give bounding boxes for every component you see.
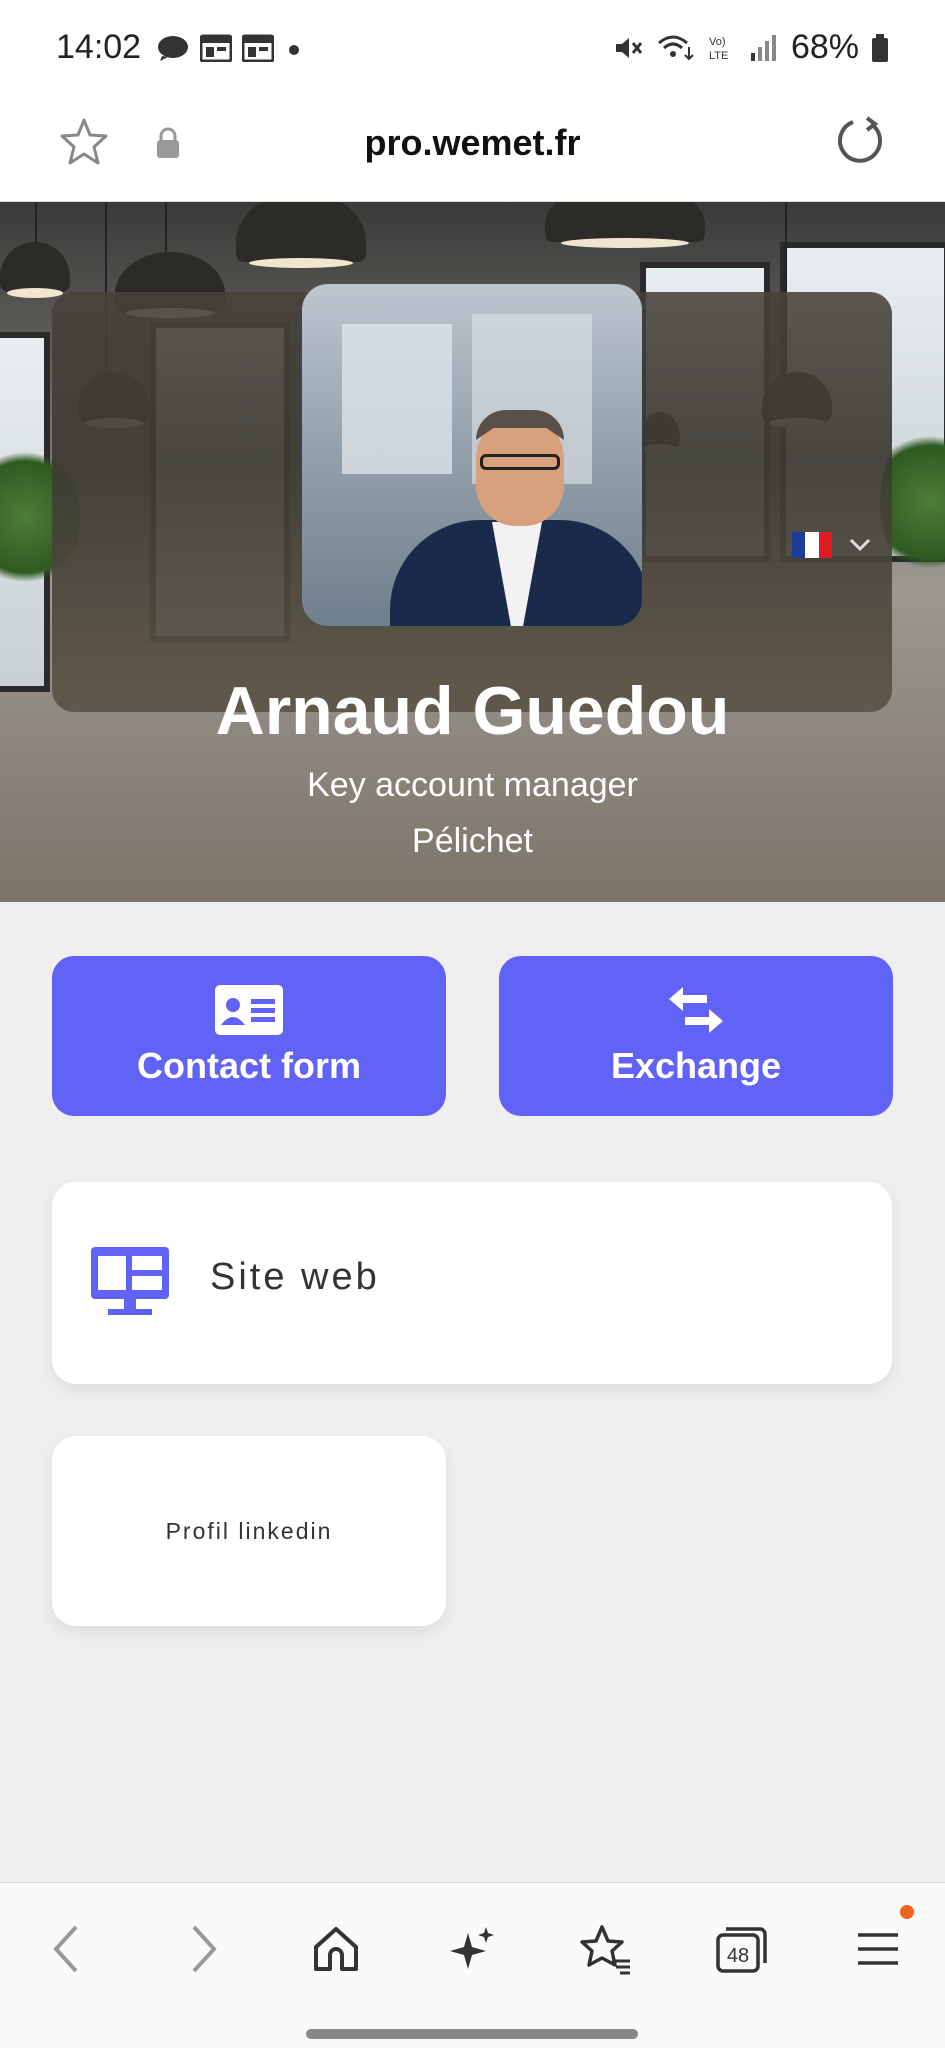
chevron-right-icon xyxy=(192,1925,217,1973)
home-indicator[interactable] xyxy=(306,2029,638,2039)
home-button[interactable] xyxy=(306,1919,366,1979)
menu-button[interactable] xyxy=(848,1919,908,1979)
status-bar: 14:02 Vo) LTE 68% xyxy=(0,0,945,100)
linkedin-label: Profil linkedin xyxy=(165,1517,333,1544)
sparkles-icon xyxy=(450,1927,494,1969)
battery-percent: 68% xyxy=(790,28,859,66)
bookmarks-button[interactable] xyxy=(576,1919,636,1979)
site-web-label: Site web xyxy=(210,1256,380,1298)
status-time: 14:02 xyxy=(56,28,142,66)
url-text[interactable]: pro.wemet.fr xyxy=(0,122,945,164)
exchange-arrows-icon xyxy=(669,987,723,1033)
volte-icon: Vo) LTE xyxy=(709,36,728,62)
back-button[interactable] xyxy=(36,1919,96,1979)
contact-form-button[interactable]: Contact form xyxy=(52,956,446,1116)
tabs-count: 48 xyxy=(727,1945,749,1967)
exchange-button[interactable]: Exchange xyxy=(499,956,893,1116)
address-bar: pro.wemet.fr xyxy=(0,100,945,202)
wifi-icon xyxy=(657,35,694,60)
tabs-button[interactable]: 48 xyxy=(712,1919,772,1979)
forward-button[interactable] xyxy=(174,1919,234,1979)
computer-monitor-icon xyxy=(91,1247,169,1315)
chevron-down-icon[interactable] xyxy=(846,530,874,558)
language-flag-icon[interactable] xyxy=(792,532,832,558)
svg-text:LTE: LTE xyxy=(709,50,728,62)
linkedin-profile-link[interactable]: Profil linkedin xyxy=(52,1436,446,1626)
profile-company: Pélichet xyxy=(412,822,533,860)
mute-icon xyxy=(615,37,643,58)
calendar-icon xyxy=(200,34,232,62)
signal-icon xyxy=(750,34,776,61)
calendar-icon xyxy=(242,34,274,62)
svg-text:Vo): Vo) xyxy=(709,36,726,48)
status-right-icons: Vo) LTE 68% xyxy=(613,28,889,67)
menu-icon xyxy=(858,1933,898,1965)
profile-name: Arnaud Guedou xyxy=(215,673,730,749)
battery-icon xyxy=(872,33,888,62)
chat-icon xyxy=(158,36,188,61)
ai-assistant-button[interactable] xyxy=(442,1919,502,1979)
exchange-label: Exchange xyxy=(610,1045,782,1086)
profile-photo xyxy=(302,284,642,626)
site-web-link[interactable]: Site web xyxy=(52,1182,892,1384)
chevron-left-icon xyxy=(53,1925,78,1973)
browser-bottom-nav: 48 xyxy=(0,1882,945,2048)
notification-dot xyxy=(900,1905,914,1919)
profile-job-title: Key account manager xyxy=(307,766,638,804)
reload-icon[interactable] xyxy=(831,114,887,170)
star-list-icon xyxy=(580,1925,630,1975)
dot-icon xyxy=(289,45,299,55)
id-card-icon xyxy=(215,985,283,1035)
status-left-icons xyxy=(156,34,304,62)
tabs-icon: 48 xyxy=(716,1927,767,1973)
home-icon xyxy=(314,1927,358,1971)
contact-form-label: Contact form xyxy=(137,1045,361,1086)
